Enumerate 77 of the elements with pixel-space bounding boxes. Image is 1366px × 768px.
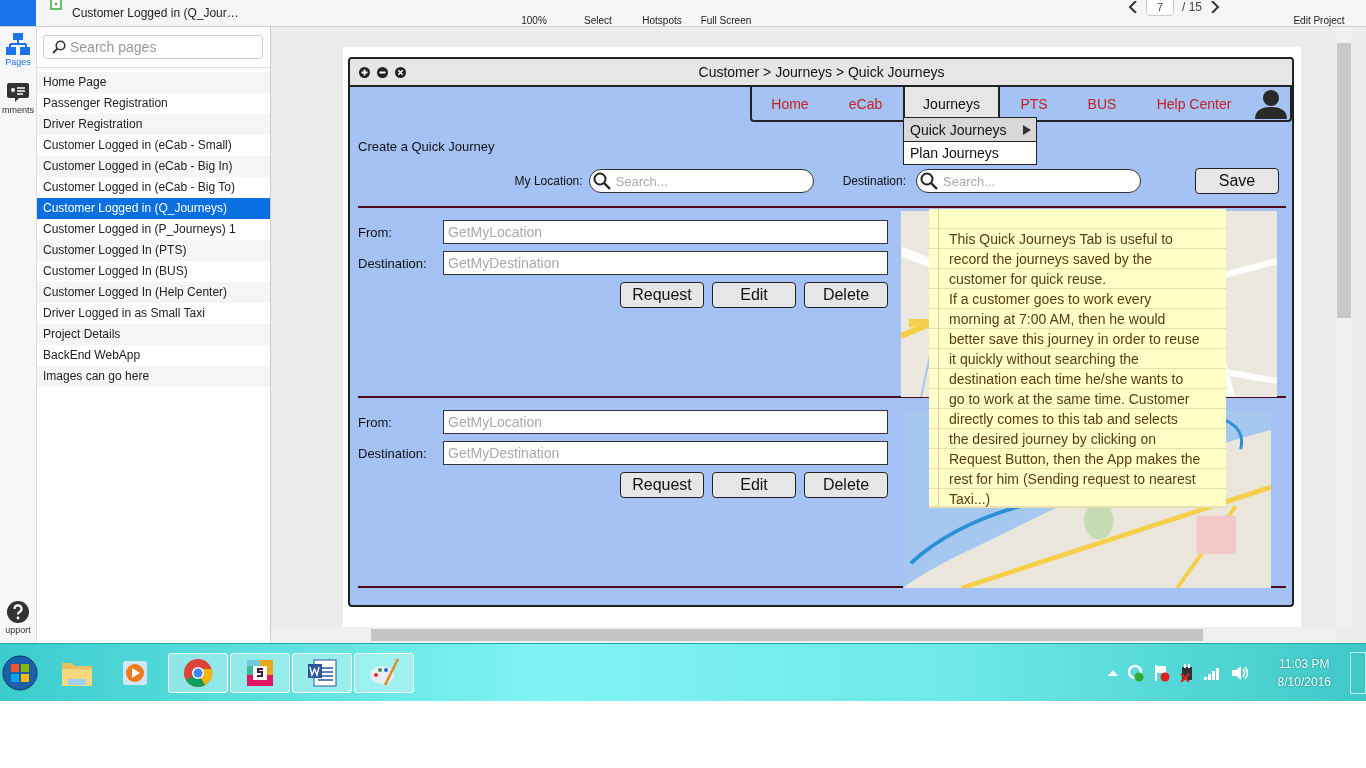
page-list-item[interactable]: Customer Logged in (Q_Journeys) [37, 198, 270, 219]
rail-button[interactable]: upport [0, 601, 36, 635]
rail-button[interactable]: Pages [0, 33, 36, 67]
page-list-item[interactable]: Customer Logged In (Help Center) [37, 282, 270, 303]
field-label: Destination: [842, 174, 906, 188]
page-list-item[interactable]: Customer Logged in (eCab - Big To) [37, 177, 270, 198]
save-button[interactable]: Save [1195, 168, 1279, 194]
window-control-icon[interactable] [395, 66, 406, 78]
input-field[interactable]: GetMyLocation [443, 220, 888, 244]
sync-icon[interactable] [1126, 663, 1145, 682]
page-list-item[interactable]: Images can go here [37, 366, 270, 387]
action-button[interactable]: Edit [712, 472, 796, 498]
page-number-field[interactable]: 7 [1146, 0, 1174, 16]
menu-item[interactable]: Plan Journeys [904, 141, 1036, 164]
field-label: From: [358, 414, 393, 430]
page-list-item[interactable]: Driver Logged in as Small Taxi [37, 303, 270, 324]
page-list-item[interactable]: Customer Logged In (PTS) [37, 240, 270, 261]
search-field[interactable]: Search... [588, 169, 814, 193]
menu-item[interactable]: Quick Journeys [904, 118, 1036, 141]
field-label: My Location: [514, 174, 583, 188]
page-list-item[interactable]: Customer Logged in (eCab - Small) [37, 135, 270, 156]
horizontal-scrollbar[interactable] [271, 627, 1336, 643]
input-field[interactable]: GetMyDestination [443, 251, 888, 275]
power-plug-icon[interactable] [1178, 663, 1195, 682]
search-field[interactable]: Search... [916, 169, 1141, 193]
rail-button[interactable]: mments [0, 83, 36, 115]
note-text: If a customer goes to work every morning at 7:00 AM, then he would better save this journey in order to reuse it quickly without searching the destination each time he/she wants to go to work at the same time. Customer directly comes to this tab and selects the desired journey by clicking on Request Button, then the App makes the rest for him (Sending request to nearest Taxi...) [949, 290, 1201, 509]
action-button[interactable]: Request [620, 282, 704, 308]
page-heading: Create a Quick Journey [358, 139, 495, 154]
action-button[interactable]: Delete [804, 472, 888, 498]
chrome-icon [181, 656, 215, 689]
user-icon[interactable] [1254, 88, 1288, 119]
submenu-arrow-icon [1023, 124, 1031, 135]
toolbar-button[interactable]: Select [566, 3, 630, 26]
window-title: Customer > Journeys > Quick Journeys [697, 64, 946, 80]
next-page-icon[interactable] [1210, 1, 1220, 13]
sitemap-icon [6, 33, 30, 55]
toolbar-button[interactable]: 100% [502, 3, 566, 26]
field-label: Destination: [358, 255, 428, 271]
search-icon [920, 172, 938, 190]
page-list-item[interactable]: Customer Logged In (BUS) [37, 261, 270, 282]
field-label: Destination: [358, 445, 428, 461]
comment-icon [7, 83, 29, 103]
toolbar-button[interactable]: Full Screen [694, 3, 758, 26]
page-list-item[interactable]: Customer Logged in (P_Journeys) 1 [37, 219, 270, 240]
action-button[interactable]: Edit [712, 282, 796, 308]
input-field[interactable]: GetMyDestination [443, 441, 888, 465]
action-button[interactable]: Request [620, 472, 704, 498]
previous-page-icon[interactable] [1128, 1, 1138, 13]
start-button[interactable] [2, 654, 38, 691]
clock-time: 11:03 PM [1279, 656, 1330, 671]
input-field[interactable]: GetMyLocation [443, 410, 888, 434]
page-total: / 15 [1182, 0, 1202, 14]
window-control-icon[interactable] [359, 66, 370, 78]
word-icon [305, 656, 339, 689]
document-title: Customer Logged in (Q_Jour… [72, 6, 240, 20]
page-list-item[interactable]: Driver Registration [37, 114, 270, 135]
vertical-scrollbar[interactable] [1336, 27, 1352, 627]
page-list-item[interactable]: Passenger Registration [37, 93, 270, 114]
search-icon [592, 172, 611, 190]
clock-date: 8/10/2016 [1277, 674, 1331, 689]
taskbar-button[interactable] [168, 652, 228, 693]
page-list-item[interactable]: Project Details [37, 324, 270, 345]
action-button[interactable]: Delete [804, 282, 888, 308]
help-icon [7, 601, 29, 623]
note-text: This Quick Journeys Tab is useful to record the journeys saved by the customer for quick reuse. [949, 230, 1174, 289]
window-control-icon[interactable] [377, 66, 388, 78]
page-list-item[interactable]: Home Page [37, 72, 270, 93]
taskbar-button[interactable] [230, 652, 290, 693]
page-list-item[interactable]: Customer Logged in (eCab - Big In) [37, 156, 270, 177]
search-icon [52, 40, 66, 54]
flag-icon[interactable] [1153, 663, 1170, 682]
edit-project-button[interactable]: Edit Project [1284, 0, 1354, 26]
field-label: From: [358, 224, 393, 240]
toolbar-button[interactable]: Hotspots [630, 3, 694, 26]
page-list-item[interactable]: BackEnd WebApp [37, 345, 270, 366]
taskbar-button[interactable] [292, 652, 352, 693]
